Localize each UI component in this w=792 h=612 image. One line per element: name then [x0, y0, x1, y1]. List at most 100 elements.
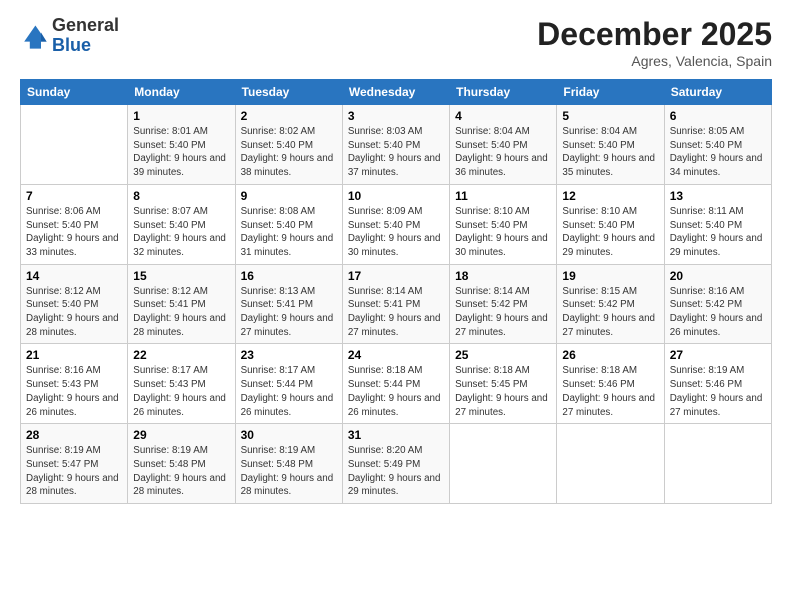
header-friday: Friday — [557, 80, 664, 105]
calendar-cell: 19 Sunrise: 8:15 AM Sunset: 5:42 PM Dayl… — [557, 264, 664, 344]
cell-info: Sunrise: 8:12 AM Sunset: 5:41 PM Dayligh… — [133, 285, 229, 340]
cell-info: Sunrise: 8:10 AM Sunset: 5:40 PM Dayligh… — [562, 205, 658, 260]
cell-info: Sunrise: 8:19 AM Sunset: 5:48 PM Dayligh… — [241, 444, 337, 499]
day-number: 8 — [133, 189, 229, 203]
cell-info: Sunrise: 8:02 AM Sunset: 5:40 PM Dayligh… — [241, 125, 337, 180]
calendar-cell: 21 Sunrise: 8:16 AM Sunset: 5:43 PM Dayl… — [21, 344, 128, 424]
cell-info: Sunrise: 8:01 AM Sunset: 5:40 PM Dayligh… — [133, 125, 229, 180]
calendar-cell: 20 Sunrise: 8:16 AM Sunset: 5:42 PM Dayl… — [664, 264, 771, 344]
logo-text: General Blue — [52, 16, 119, 56]
calendar-cell: 23 Sunrise: 8:17 AM Sunset: 5:44 PM Dayl… — [235, 344, 342, 424]
day-number: 1 — [133, 109, 229, 123]
cell-info: Sunrise: 8:19 AM Sunset: 5:47 PM Dayligh… — [26, 444, 122, 499]
month-title: December 2025 — [537, 16, 772, 53]
page-header: General Blue December 2025 Agres, Valenc… — [20, 16, 772, 69]
calendar-week-1: 1 Sunrise: 8:01 AM Sunset: 5:40 PM Dayli… — [21, 105, 772, 185]
day-number: 25 — [455, 348, 551, 362]
calendar-cell: 7 Sunrise: 8:06 AM Sunset: 5:40 PM Dayli… — [21, 184, 128, 264]
day-number: 14 — [26, 269, 122, 283]
cell-info: Sunrise: 8:17 AM Sunset: 5:43 PM Dayligh… — [133, 364, 229, 419]
logo: General Blue — [20, 16, 119, 56]
day-number: 15 — [133, 269, 229, 283]
calendar-cell: 18 Sunrise: 8:14 AM Sunset: 5:42 PM Dayl… — [450, 264, 557, 344]
calendar-cell: 6 Sunrise: 8:05 AM Sunset: 5:40 PM Dayli… — [664, 105, 771, 185]
cell-info: Sunrise: 8:04 AM Sunset: 5:40 PM Dayligh… — [562, 125, 658, 180]
calendar-header-row: Sunday Monday Tuesday Wednesday Thursday… — [21, 80, 772, 105]
calendar-cell: 10 Sunrise: 8:09 AM Sunset: 5:40 PM Dayl… — [342, 184, 449, 264]
calendar-cell: 14 Sunrise: 8:12 AM Sunset: 5:40 PM Dayl… — [21, 264, 128, 344]
calendar-cell: 28 Sunrise: 8:19 AM Sunset: 5:47 PM Dayl… — [21, 424, 128, 504]
cell-info: Sunrise: 8:17 AM Sunset: 5:44 PM Dayligh… — [241, 364, 337, 419]
cell-info: Sunrise: 8:18 AM Sunset: 5:45 PM Dayligh… — [455, 364, 551, 419]
calendar-cell: 11 Sunrise: 8:10 AM Sunset: 5:40 PM Dayl… — [450, 184, 557, 264]
calendar-cell: 3 Sunrise: 8:03 AM Sunset: 5:40 PM Dayli… — [342, 105, 449, 185]
day-number: 12 — [562, 189, 658, 203]
calendar-cell: 12 Sunrise: 8:10 AM Sunset: 5:40 PM Dayl… — [557, 184, 664, 264]
calendar-cell: 22 Sunrise: 8:17 AM Sunset: 5:43 PM Dayl… — [128, 344, 235, 424]
day-number: 26 — [562, 348, 658, 362]
day-number: 31 — [348, 428, 444, 442]
calendar-week-3: 14 Sunrise: 8:12 AM Sunset: 5:40 PM Dayl… — [21, 264, 772, 344]
calendar-cell: 5 Sunrise: 8:04 AM Sunset: 5:40 PM Dayli… — [557, 105, 664, 185]
cell-info: Sunrise: 8:16 AM Sunset: 5:42 PM Dayligh… — [670, 285, 766, 340]
calendar-cell — [557, 424, 664, 504]
title-block: December 2025 Agres, Valencia, Spain — [537, 16, 772, 69]
cell-info: Sunrise: 8:15 AM Sunset: 5:42 PM Dayligh… — [562, 285, 658, 340]
cell-info: Sunrise: 8:08 AM Sunset: 5:40 PM Dayligh… — [241, 205, 337, 260]
cell-info: Sunrise: 8:04 AM Sunset: 5:40 PM Dayligh… — [455, 125, 551, 180]
calendar-cell: 9 Sunrise: 8:08 AM Sunset: 5:40 PM Dayli… — [235, 184, 342, 264]
calendar-cell: 27 Sunrise: 8:19 AM Sunset: 5:46 PM Dayl… — [664, 344, 771, 424]
day-number: 18 — [455, 269, 551, 283]
cell-info: Sunrise: 8:14 AM Sunset: 5:42 PM Dayligh… — [455, 285, 551, 340]
calendar-cell: 30 Sunrise: 8:19 AM Sunset: 5:48 PM Dayl… — [235, 424, 342, 504]
day-number: 10 — [348, 189, 444, 203]
calendar-week-4: 21 Sunrise: 8:16 AM Sunset: 5:43 PM Dayl… — [21, 344, 772, 424]
calendar-table: Sunday Monday Tuesday Wednesday Thursday… — [20, 79, 772, 504]
day-number: 24 — [348, 348, 444, 362]
cell-info: Sunrise: 8:19 AM Sunset: 5:46 PM Dayligh… — [670, 364, 766, 419]
calendar-cell: 29 Sunrise: 8:19 AM Sunset: 5:48 PM Dayl… — [128, 424, 235, 504]
day-number: 21 — [26, 348, 122, 362]
day-number: 20 — [670, 269, 766, 283]
calendar-week-5: 28 Sunrise: 8:19 AM Sunset: 5:47 PM Dayl… — [21, 424, 772, 504]
calendar-cell: 31 Sunrise: 8:20 AM Sunset: 5:49 PM Dayl… — [342, 424, 449, 504]
cell-info: Sunrise: 8:10 AM Sunset: 5:40 PM Dayligh… — [455, 205, 551, 260]
calendar-cell — [21, 105, 128, 185]
cell-info: Sunrise: 8:06 AM Sunset: 5:40 PM Dayligh… — [26, 205, 122, 260]
page-container: General Blue December 2025 Agres, Valenc… — [0, 0, 792, 514]
cell-info: Sunrise: 8:18 AM Sunset: 5:44 PM Dayligh… — [348, 364, 444, 419]
cell-info: Sunrise: 8:05 AM Sunset: 5:40 PM Dayligh… — [670, 125, 766, 180]
calendar-cell — [450, 424, 557, 504]
calendar-cell: 16 Sunrise: 8:13 AM Sunset: 5:41 PM Dayl… — [235, 264, 342, 344]
cell-info: Sunrise: 8:07 AM Sunset: 5:40 PM Dayligh… — [133, 205, 229, 260]
cell-info: Sunrise: 8:20 AM Sunset: 5:49 PM Dayligh… — [348, 444, 444, 499]
calendar-cell: 15 Sunrise: 8:12 AM Sunset: 5:41 PM Dayl… — [128, 264, 235, 344]
day-number: 19 — [562, 269, 658, 283]
location: Agres, Valencia, Spain — [537, 53, 772, 69]
calendar-cell: 2 Sunrise: 8:02 AM Sunset: 5:40 PM Dayli… — [235, 105, 342, 185]
cell-info: Sunrise: 8:18 AM Sunset: 5:46 PM Dayligh… — [562, 364, 658, 419]
cell-info: Sunrise: 8:13 AM Sunset: 5:41 PM Dayligh… — [241, 285, 337, 340]
header-sunday: Sunday — [21, 80, 128, 105]
day-number: 2 — [241, 109, 337, 123]
day-number: 22 — [133, 348, 229, 362]
cell-info: Sunrise: 8:16 AM Sunset: 5:43 PM Dayligh… — [26, 364, 122, 419]
calendar-cell: 8 Sunrise: 8:07 AM Sunset: 5:40 PM Dayli… — [128, 184, 235, 264]
calendar-cell: 1 Sunrise: 8:01 AM Sunset: 5:40 PM Dayli… — [128, 105, 235, 185]
day-number: 27 — [670, 348, 766, 362]
cell-info: Sunrise: 8:19 AM Sunset: 5:48 PM Dayligh… — [133, 444, 229, 499]
day-number: 13 — [670, 189, 766, 203]
calendar-cell: 26 Sunrise: 8:18 AM Sunset: 5:46 PM Dayl… — [557, 344, 664, 424]
calendar-cell: 13 Sunrise: 8:11 AM Sunset: 5:40 PM Dayl… — [664, 184, 771, 264]
day-number: 6 — [670, 109, 766, 123]
day-number: 11 — [455, 189, 551, 203]
day-number: 30 — [241, 428, 337, 442]
header-wednesday: Wednesday — [342, 80, 449, 105]
day-number: 7 — [26, 189, 122, 203]
cell-info: Sunrise: 8:14 AM Sunset: 5:41 PM Dayligh… — [348, 285, 444, 340]
day-number: 4 — [455, 109, 551, 123]
calendar-cell: 24 Sunrise: 8:18 AM Sunset: 5:44 PM Dayl… — [342, 344, 449, 424]
header-saturday: Saturday — [664, 80, 771, 105]
cell-info: Sunrise: 8:03 AM Sunset: 5:40 PM Dayligh… — [348, 125, 444, 180]
header-tuesday: Tuesday — [235, 80, 342, 105]
